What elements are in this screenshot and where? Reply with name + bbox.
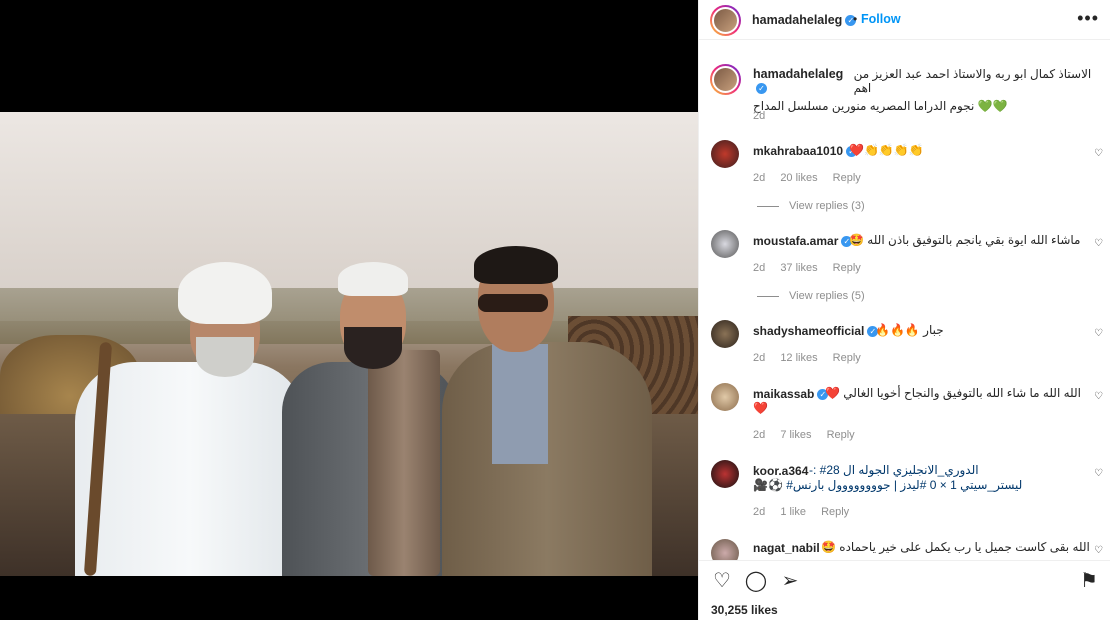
commenter-avatar[interactable] (711, 460, 739, 488)
view-replies-button[interactable]: View replies (5) (757, 290, 865, 302)
author-avatar[interactable] (710, 5, 741, 36)
comment-time: 2d (753, 429, 766, 441)
comment-text-line-2: ❤️ (753, 401, 768, 415)
post-media (0, 0, 698, 620)
person-center-scarf (368, 350, 440, 576)
sunglasses (478, 294, 548, 312)
commenter-avatar[interactable] (711, 539, 739, 560)
comment-likes[interactable]: 1 like (780, 506, 806, 518)
caption-avatar[interactable] (710, 64, 741, 95)
person-center-cap (338, 262, 408, 296)
comment-likes[interactable]: 12 likes (780, 352, 817, 364)
like-comment-icon[interactable]: ♡ (1094, 328, 1103, 339)
caption-text-block: hamadahelaleg ✓ الاستاذ كمال ابو ربه والا… (753, 67, 1103, 113)
post-sidebar: hamadahelaleg ✓ • Follow ••• hamadahelale… (698, 0, 1110, 620)
comment-text: جبار 🔥🔥🔥 (875, 323, 944, 337)
comment-text: الدوري_الانجليزي الجوله ال 28# :- (809, 463, 979, 477)
post-actions: ♡ ◯ ➢ ⚑ 30,255 likes (699, 560, 1110, 620)
comment-icon[interactable]: ◯ (744, 569, 768, 593)
like-comment-icon[interactable]: ♡ (1094, 468, 1103, 479)
author-name-block[interactable]: hamadahelaleg ✓ (752, 13, 857, 27)
commenter-avatar[interactable] (711, 230, 739, 258)
comment-meta: 2d 12 likes Reply (753, 352, 873, 364)
comment-likes[interactable]: 7 likes (780, 429, 811, 441)
commenter-avatar[interactable] (711, 140, 739, 168)
like-comment-icon[interactable]: ♡ (1094, 148, 1103, 159)
post-header: hamadahelaleg ✓ • Follow ••• (699, 0, 1110, 40)
author-username[interactable]: hamadahelaleg (752, 13, 842, 27)
comment-meta: 2d 37 likes Reply (753, 262, 873, 274)
reply-button[interactable]: Reply (833, 352, 861, 364)
comment-time: 2d (753, 506, 766, 518)
commenter-username[interactable]: shadyshameofficial ✓ (753, 324, 879, 338)
person-left-turban (178, 262, 272, 324)
reply-button[interactable]: Reply (833, 172, 861, 184)
like-comment-icon[interactable]: ♡ (1094, 238, 1103, 249)
comment-text: 👏👏👏👏❤️ (849, 143, 924, 157)
comment-likes[interactable]: 37 likes (780, 262, 817, 274)
commenter-username[interactable]: mkahrabaa1010 ✓ (753, 144, 858, 158)
comment-meta: 2d 7 likes Reply (753, 429, 867, 441)
comment-time: 2d (753, 352, 766, 364)
like-comment-icon[interactable]: ♡ (1094, 545, 1103, 556)
commenter-username[interactable]: koor.a364 (753, 464, 808, 478)
caption-line-2: نجوم الدراما المصريه منورين مسلسل المداح… (753, 99, 1008, 113)
comment-time: 2d (753, 262, 766, 274)
post-photo[interactable] (0, 112, 698, 576)
reply-button[interactable]: Reply (833, 262, 861, 274)
comment-text: الله بقى كاست جميل يا رب يكمل على خير يا… (821, 540, 1090, 554)
reply-button[interactable]: Reply (827, 429, 855, 441)
commenter-avatar[interactable] (711, 383, 739, 411)
comment-meta: 2d 20 likes Reply (753, 172, 873, 184)
caption-line-1: الاستاذ كمال ابو ربه والاستاذ احمد عبد ا… (853, 67, 1092, 95)
like-count[interactable]: 30,255 likes (711, 603, 778, 617)
commenter-username[interactable]: maikassab ✓ (753, 387, 829, 401)
person-left-beard (196, 337, 254, 377)
heart-icon[interactable]: ♡ (710, 569, 734, 593)
like-comment-icon[interactable]: ♡ (1094, 391, 1103, 402)
view-replies-button[interactable]: View replies (3) (757, 200, 865, 212)
commenter-avatar[interactable] (711, 320, 739, 348)
verified-icon: ✓ (756, 83, 767, 95)
comment-text-line-2: ليستر_سيتي 1 × 0 #ليدز | جوووووووول بارن… (753, 478, 1023, 492)
separator-dot: • (853, 12, 858, 26)
comment-text: الله الله ما شاء الله بالتوفيق والنجاح أ… (825, 386, 1082, 400)
caption-username[interactable]: hamadahelaleg (753, 67, 843, 81)
person-right-shirt (492, 344, 548, 464)
person-left-robe (75, 362, 305, 576)
share-icon[interactable]: ➢ (778, 569, 802, 593)
person-right-hair (474, 246, 558, 284)
commenter-username[interactable]: moustafa.amar ✓ (753, 234, 853, 248)
comment-likes[interactable]: 20 likes (780, 172, 817, 184)
caption-time: 2d (753, 110, 766, 122)
follow-button[interactable]: Follow (861, 12, 901, 26)
bookmark-icon[interactable]: ⚑ (1077, 569, 1101, 593)
comment-text: ماشاء الله ايوة بقي يانجم بالتوفيق باذن … (849, 233, 1081, 247)
commenter-username[interactable]: nagat_nabil (753, 541, 820, 555)
person-center-beard (344, 327, 402, 369)
reply-button[interactable]: Reply (821, 506, 849, 518)
comment-time: 2d (753, 172, 766, 184)
more-options-icon[interactable]: ••• (1077, 8, 1099, 29)
comments-list[interactable]: hamadahelaleg ✓ الاستاذ كمال ابو ربه والا… (699, 40, 1110, 560)
comment-meta: 2d 1 like Reply (753, 506, 861, 518)
